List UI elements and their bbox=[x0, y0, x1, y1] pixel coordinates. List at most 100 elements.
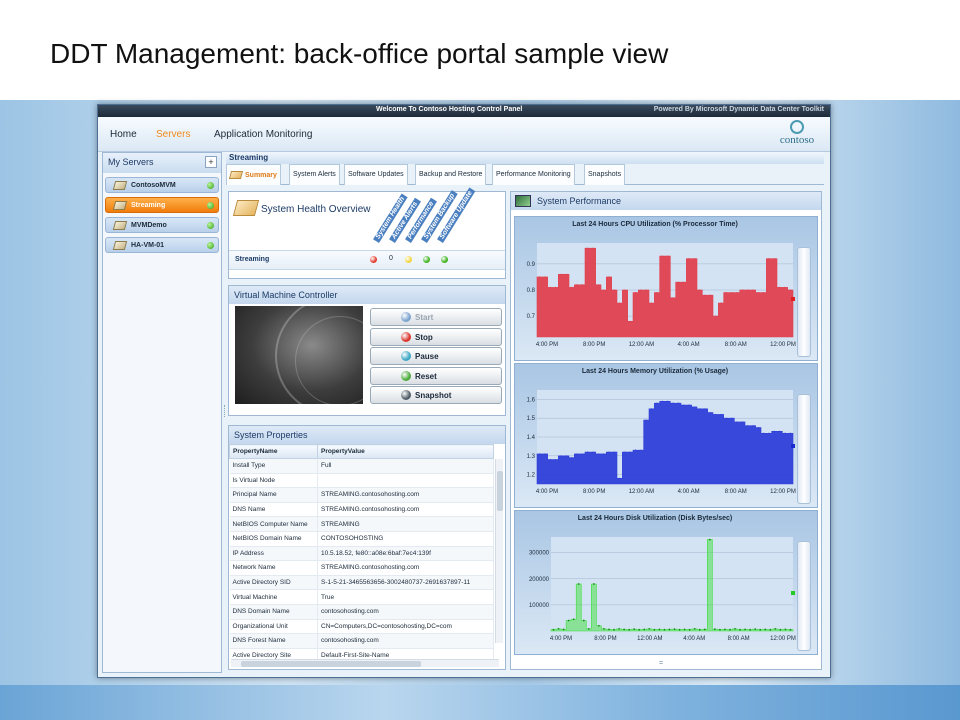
data-point bbox=[539, 276, 541, 278]
data-point bbox=[683, 404, 685, 406]
snapshot-button[interactable]: Snapshot bbox=[370, 386, 502, 404]
data-point bbox=[677, 402, 679, 404]
table-row[interactable]: Install Type Full bbox=[229, 458, 494, 474]
data-point bbox=[784, 628, 787, 631]
pause-button[interactable]: Pause bbox=[370, 347, 502, 365]
data-point bbox=[779, 286, 781, 288]
data-point bbox=[741, 289, 743, 291]
table-row[interactable]: Network Name STREAMING.contosohosting.com bbox=[229, 560, 494, 576]
x-tick-label: 12:00 PM bbox=[770, 636, 796, 642]
server-item-ha-vm-01[interactable]: HA-VM-01 bbox=[105, 237, 219, 253]
stop-button[interactable]: Stop bbox=[370, 327, 502, 346]
data-point bbox=[597, 453, 599, 455]
data-point bbox=[683, 281, 685, 283]
table-row[interactable]: DNS Forest Name contosohosting.com bbox=[229, 633, 494, 649]
resize-grip-icon[interactable]: = bbox=[659, 660, 663, 667]
snapshot-icon bbox=[401, 390, 411, 400]
chart-disk: Last 24 Hours Disk Utilization (Disk Byt… bbox=[514, 510, 818, 655]
tab-backup-and-restore[interactable]: Backup and Restore bbox=[415, 164, 487, 185]
data-point bbox=[764, 628, 767, 631]
tab-summary[interactable]: Summary bbox=[226, 164, 281, 185]
data-point bbox=[673, 628, 676, 631]
splitter-handle[interactable] bbox=[224, 405, 226, 417]
table-row[interactable]: Organizational Unit CN=Computers,DC=conto… bbox=[229, 619, 494, 635]
data-point bbox=[773, 430, 775, 432]
menu-application-monitoring[interactable]: Application Monitoring bbox=[214, 129, 312, 140]
property-value-cell: STREAMING.contosohosting.com bbox=[317, 560, 494, 576]
data-point bbox=[704, 408, 706, 410]
data-point bbox=[581, 284, 583, 286]
x-tick-label: 12:00 AM bbox=[637, 636, 662, 642]
server-status-icon bbox=[207, 222, 214, 229]
chart-svg: 1.2 1.3 1.4 1.5 1.6 4:00 PM 8:00 PM 12:00 AM 4:0… bbox=[527, 390, 796, 495]
data-point bbox=[688, 628, 691, 631]
data-point bbox=[736, 292, 738, 294]
data-point bbox=[576, 284, 578, 286]
menu-home[interactable]: Home bbox=[110, 129, 137, 140]
data-point bbox=[624, 451, 626, 453]
window-title: Welcome To Contoso Hosting Control Panel bbox=[376, 106, 523, 113]
x-tick-label: 8:00 PM bbox=[583, 342, 605, 348]
property-value-cell: contosohosting.com bbox=[317, 604, 494, 620]
table-row[interactable]: Principal Name STREAMING.contosohosting.c… bbox=[229, 487, 494, 503]
properties-horizontal-scrollbar[interactable] bbox=[231, 659, 499, 667]
button-label: Stop bbox=[415, 332, 433, 342]
app-window: Welcome To Contoso Hosting Control Panel… bbox=[97, 104, 831, 678]
data-point bbox=[640, 449, 642, 451]
data-point bbox=[653, 628, 656, 631]
table-row[interactable]: Is Virtual Node bbox=[229, 473, 494, 489]
server-item-contosomvm[interactable]: ContosoMVM bbox=[105, 177, 219, 193]
data-point bbox=[672, 297, 674, 299]
x-tick-label: 8:00 PM bbox=[583, 489, 605, 495]
property-value-cell: CONTOSOHOSTING bbox=[317, 531, 494, 547]
menu-servers[interactable]: Servers bbox=[156, 129, 190, 140]
table-row[interactable]: Virtual Machine True bbox=[229, 589, 494, 605]
property-name-cell: DNS Forest Name bbox=[229, 633, 318, 649]
column-header-property-name[interactable]: PropertyName bbox=[229, 444, 318, 459]
tab-snapshots[interactable]: Snapshots bbox=[584, 164, 626, 185]
powered-by: Powered By Microsoft Dynamic Data Center… bbox=[653, 106, 824, 113]
health-row: Streaming 0 bbox=[229, 250, 505, 270]
table-row[interactable]: DNS Domain Name contosohosting.com bbox=[229, 604, 494, 620]
data-point bbox=[592, 583, 595, 585]
server-item-mvmdemo[interactable]: MVMDemo bbox=[105, 217, 219, 233]
data-point bbox=[779, 628, 782, 631]
server-name: Streaming bbox=[131, 202, 166, 209]
health-indicator-system-backup bbox=[423, 256, 430, 263]
server-name: ContosoMVM bbox=[131, 182, 176, 189]
tab-system-alerts[interactable]: System Alerts bbox=[289, 164, 340, 185]
server-item-streaming[interactable]: Streaming bbox=[105, 197, 219, 213]
chart-svg: 100000 200000 300000 4:00 PM 8:00 PM 12:00 AM… bbox=[529, 537, 796, 642]
vm-console-screen[interactable] bbox=[235, 306, 363, 404]
table-row[interactable]: DNS Name STREAMING.contosohosting.com bbox=[229, 502, 494, 518]
data-point bbox=[667, 400, 669, 402]
data-point bbox=[587, 247, 589, 249]
tab-performance-monitoring[interactable]: Performance Monitoring bbox=[492, 164, 575, 185]
property-value-cell bbox=[317, 473, 494, 489]
data-point bbox=[619, 302, 621, 304]
table-row[interactable]: NetBIOS Computer Name STREAMING bbox=[229, 516, 494, 532]
server-status-icon bbox=[207, 182, 214, 189]
data-point bbox=[571, 286, 573, 288]
system-health-panel: System Health Overview System Health Act… bbox=[228, 187, 506, 279]
contoso-logo: contoso bbox=[772, 120, 822, 146]
data-point bbox=[618, 628, 620, 630]
data-point bbox=[789, 289, 791, 291]
start-button[interactable]: Start bbox=[370, 308, 502, 326]
server-icon bbox=[112, 181, 128, 190]
data-point bbox=[640, 289, 642, 291]
data-point bbox=[629, 451, 631, 453]
legend-marker bbox=[791, 591, 795, 595]
table-row[interactable]: NetBIOS Domain Name CONTOSOHOSTING bbox=[229, 531, 494, 547]
tab-label: System Alerts bbox=[293, 171, 336, 178]
data-point bbox=[688, 258, 690, 260]
table-row[interactable]: Active Directory SID S-1-5-21-3465563656-… bbox=[229, 575, 494, 591]
reset-button[interactable]: Reset bbox=[370, 366, 502, 385]
tab-software-updates[interactable]: Software Updates bbox=[344, 164, 408, 185]
add-server-button[interactable]: + bbox=[205, 156, 217, 168]
table-row[interactable]: IP Address 10.5.18.52, fe80::a08e:6baf:7e… bbox=[229, 546, 494, 562]
column-header-property-value[interactable]: PropertyValue bbox=[317, 444, 494, 459]
menu-bar: Home Servers Application Monitoring cont… bbox=[98, 117, 830, 152]
legend-marker bbox=[791, 444, 795, 448]
properties-vertical-scrollbar[interactable] bbox=[495, 459, 503, 643]
